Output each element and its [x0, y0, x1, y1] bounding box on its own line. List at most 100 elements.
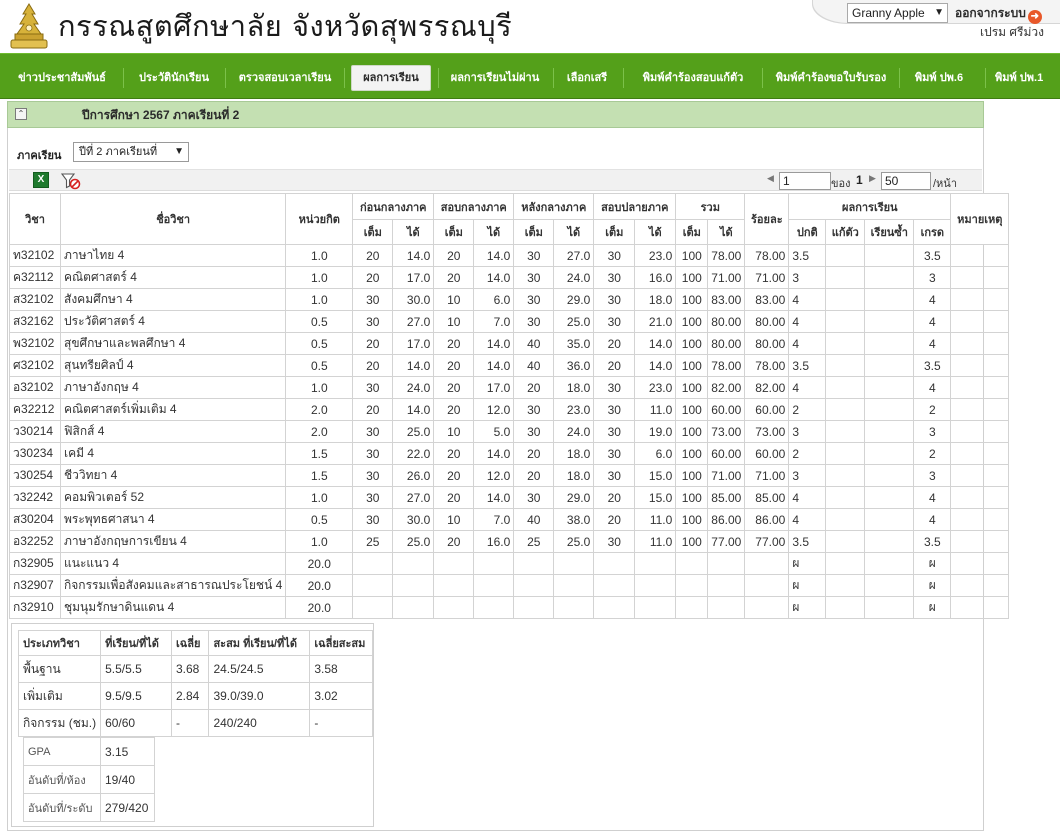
cell-normal: 3.5	[788, 530, 827, 553]
cell-note	[950, 508, 1010, 531]
col-repeat-header[interactable]: เรียนซ้ำ	[864, 219, 915, 245]
logout-link[interactable]: ออกจากระบบ ➜	[955, 5, 1042, 24]
cell-repeat	[864, 596, 915, 619]
cell-final-got: 15.0	[634, 486, 677, 509]
table-row[interactable]: ว30214 ฟิสิกส์ 4 2.0 30 25.0 10 5.0 30 24.0 30 19.…	[9, 420, 1010, 443]
user-fullname: เปรม ศรีม่วง	[980, 25, 1044, 39]
pager-page-input[interactable]: 1	[779, 172, 831, 190]
grades-table: วิชา ชื่อวิชา หน่วยกิต ก่อนกลางภาค สอบกล…	[9, 193, 1010, 619]
table-row[interactable]: ก32907 กิจกรรมเพื่อสังคมและสาธารณประโยชน์…	[9, 574, 1010, 597]
nav-item-results[interactable]: ผลการเรียน	[351, 65, 431, 91]
cell-midterm-got: 5.0	[473, 420, 515, 443]
table-row[interactable]: ส30204 พระพุทธศาสนา 4 0.5 30 30.0 10 7.0 40 38.0…	[9, 508, 1010, 531]
nav-item-print-certificate-request[interactable]: พิมพ์คำร้องขอใบรับรอง	[770, 67, 892, 89]
col-full-header[interactable]: เต็ม	[675, 219, 709, 245]
col-full-header[interactable]: เต็ม	[593, 219, 636, 245]
table-row[interactable]: ท32102 ภาษาไทย 4 1.0 20 14.0 20 14.0 30 27.0 30 23…	[9, 244, 1010, 267]
cell-before-mid-full: 30	[352, 442, 394, 465]
col-got-header[interactable]: ได้	[634, 219, 677, 245]
excel-export-icon[interactable]: X	[33, 172, 49, 188]
cell-remedial	[825, 574, 866, 597]
cell-final-got: 15.0	[634, 464, 677, 487]
cell-remedial	[825, 376, 866, 399]
table-row[interactable]: ก32910 ชุมนุมรักษาดินแดน 4 20.0 ผ ผ	[9, 596, 1010, 619]
cell-total-got: 77.00	[707, 530, 746, 553]
nav-item-attendance[interactable]: ตรวจสอบเวลาเรียน	[232, 67, 338, 89]
pager-next-icon[interactable]: ▶	[869, 174, 876, 184]
cell-percent	[744, 574, 790, 597]
nav-item-print-por-por-6[interactable]: พิมพ์ ปพ.6	[907, 67, 971, 89]
nav-item-print-por-por-1[interactable]: พิมพ์ ปพ.1	[995, 67, 1060, 89]
col-got-header[interactable]: ได้	[707, 219, 746, 245]
summary-type: กิจกรรม (ชม.)	[17, 709, 102, 737]
cell-remedial	[825, 288, 866, 311]
col-got-header[interactable]: ได้	[553, 219, 595, 245]
cell-total-full: 100	[675, 332, 709, 355]
cell-before-mid-got: 24.0	[392, 376, 435, 399]
cell-before-mid-got: 27.0	[392, 486, 435, 509]
cell-grade: 3.5	[913, 530, 952, 553]
cell-subject-name: ชุมนุมรักษาดินแดน 4	[59, 596, 287, 619]
table-row[interactable]: ส32102 สังคมศึกษา 4 1.0 30 30.0 10 6.0 30 29.0 30…	[9, 288, 1010, 311]
table-row[interactable]: ศ32102 สุนทรียศิลป์ 4 0.5 20 14.0 20 14.0 40 36.…	[9, 354, 1010, 377]
col-full-header[interactable]: เต็ม	[352, 219, 394, 245]
cell-total-full: 100	[675, 530, 709, 553]
table-row[interactable]: ว30254 ชีววิทยา 4 1.5 30 26.0 20 12.0 20 18.0 30 1…	[9, 464, 1010, 487]
cell-final-full: 30	[593, 288, 636, 311]
user-select[interactable]: Granny Apple ▼	[847, 3, 948, 23]
col-got-header[interactable]: ได้	[473, 219, 515, 245]
cell-final-full: 30	[593, 464, 636, 487]
cell-after-mid-got: 25.0	[553, 310, 595, 333]
table-row[interactable]: ส32162 ประวัติศาสตร์ 4 0.5 30 27.0 10 7.0 30 25.…	[9, 310, 1010, 333]
col-full-header[interactable]: เต็ม	[433, 219, 475, 245]
cell-total-full: 100	[675, 266, 709, 289]
col-normal-header[interactable]: ปกติ	[788, 219, 827, 245]
panel-title: ปีการศึกษา 2567 ภาคเรียนที่ 2	[82, 108, 240, 122]
table-row[interactable]: ว32242 คอมพิวเตอร์ 52 1.0 30 27.0 20 14.0 30 29.…	[9, 486, 1010, 509]
cell-note	[950, 398, 1010, 421]
nav-item-news[interactable]: ข่าวประชาสัมพันธ์	[10, 67, 114, 89]
cell-midterm-full: 20	[433, 530, 475, 553]
cell-midterm-got	[473, 596, 515, 619]
cell-repeat	[864, 486, 915, 509]
col-remedial-header[interactable]: แก้ตัว	[825, 219, 866, 245]
cell-note	[950, 530, 1010, 553]
nav-item-student-profile[interactable]: ประวัตินักเรียน	[130, 67, 218, 89]
col-credit-header[interactable]: หน่วยกิต	[285, 193, 354, 245]
cell-repeat	[864, 288, 915, 311]
cell-grade: ผ	[913, 574, 952, 597]
summary-box: ประเภทวิชา ที่เรียน/ที่ได้ เฉลี่ย สะสม ท…	[11, 623, 374, 827]
col-name-header[interactable]: ชื่อวิชา	[59, 193, 287, 245]
col-code-header[interactable]: วิชา	[9, 193, 61, 245]
cell-grade: 2	[913, 398, 952, 421]
cell-repeat	[864, 464, 915, 487]
cell-repeat	[864, 398, 915, 421]
nav-separator	[985, 68, 986, 88]
cell-midterm-got: 17.0	[473, 376, 515, 399]
table-row[interactable]: พ32102 สุขศึกษาและพลศึกษา 4 0.5 20 17.0 20 14.…	[9, 332, 1010, 355]
table-row[interactable]: ว30234 เคมี 4 1.5 30 22.0 20 14.0 20 18.0 30 6.0 10…	[9, 442, 1010, 465]
cell-remedial	[825, 464, 866, 487]
col-got-header[interactable]: ได้	[392, 219, 435, 245]
term-select[interactable]: ปีที่ 2 ภาคเรียนที่ ▼	[73, 142, 189, 162]
table-row[interactable]: อ32102 ภาษาอังกฤษ 4 1.0 30 24.0 20 17.0 20 18.0 3…	[9, 376, 1010, 399]
col-percent-header[interactable]: ร้อยละ	[744, 193, 790, 245]
clear-filter-icon[interactable]	[61, 172, 81, 190]
collapse-icon[interactable]: ⌃	[15, 108, 27, 120]
cell-grade: 3.5	[913, 244, 952, 267]
col-full-header[interactable]: เต็ม	[513, 219, 555, 245]
cell-midterm-full: 10	[433, 310, 475, 333]
col-note-header[interactable]: หมายเหตุ	[950, 193, 1010, 245]
table-row[interactable]: ค32212 คณิตศาสตร์เพิ่มเติม 4 2.0 20 14.0 20 12…	[9, 398, 1010, 421]
nav-item-print-remedial-request[interactable]: พิมพ์คำร้องสอบแก้ตัว	[632, 67, 754, 89]
nav-item-electives[interactable]: เลือกเสรี	[560, 67, 614, 89]
table-row[interactable]: ค32112 คณิตศาสตร์ 4 1.0 20 17.0 20 14.0 30 24.0 3…	[9, 266, 1010, 289]
table-row[interactable]: ก32905 แนะแนว 4 20.0 ผ ผ	[9, 552, 1010, 575]
nav-item-failed-results[interactable]: ผลการเรียนไม่ผ่าน	[444, 67, 546, 89]
col-grade-header[interactable]: เกรด	[913, 219, 952, 245]
pager-prev-icon[interactable]: ◀	[767, 174, 774, 184]
cell-total-full: 100	[675, 508, 709, 531]
table-row[interactable]: อ32252 ภาษาอังกฤษการเขียน 4 1.0 25 25.0 20 16.…	[9, 530, 1010, 553]
cell-credit: 0.5	[285, 310, 354, 333]
pager-size-input[interactable]: 50	[881, 172, 931, 190]
